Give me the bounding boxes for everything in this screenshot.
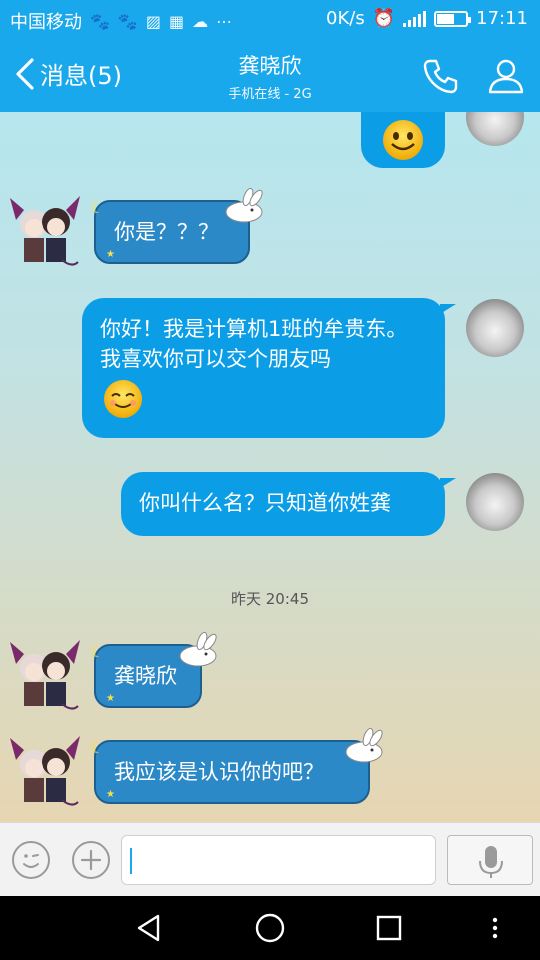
message-input-bar	[0, 822, 540, 896]
user-icon	[488, 59, 524, 94]
system-navigation-bar	[0, 896, 540, 960]
signal-icon	[403, 10, 427, 27]
nav-back-button[interactable]	[132, 910, 168, 946]
chat-messages[interactable]: ☾ 你是？？？ ★ 你好！我是计算机1班的牟贵东。我喜欢你可以交个朋友吗 你叫什…	[0, 112, 540, 822]
square-recents-icon	[376, 915, 402, 941]
triangle-back-icon	[137, 914, 160, 942]
nav-menu-button[interactable]	[477, 910, 513, 946]
gallery-icon: ▨	[145, 11, 161, 31]
cloud-icon: ☁	[192, 11, 209, 31]
microphone-icon	[479, 846, 503, 878]
more-notifications-icon: ⋯	[216, 11, 233, 31]
anime-couple-avatar-icon	[10, 196, 80, 266]
anime-couple-avatar-icon	[10, 640, 80, 710]
friend-message-bubble[interactable]: ☾ 我应该是认识你的吧？ ★	[90, 738, 370, 804]
circle-home-icon	[255, 913, 285, 943]
friend-avatar[interactable]	[6, 634, 84, 716]
nav-home-button[interactable]	[252, 910, 288, 946]
bubble-tail	[440, 304, 456, 314]
voice-button[interactable]	[447, 835, 533, 885]
call-button[interactable]	[420, 56, 460, 96]
message-text: 你叫什么名？只知道你姓龚	[139, 491, 391, 515]
my-message-bubble[interactable]: 你好！我是计算机1班的牟贵东。我喜欢你可以交个朋友吗	[82, 298, 445, 438]
message-text: 你是？？？	[114, 220, 219, 244]
bunny-decoration-icon	[225, 188, 263, 223]
my-message-bubble[interactable]: 你叫什么名？只知道你姓龚	[121, 472, 445, 536]
anime-couple-avatar-icon	[10, 736, 80, 806]
smile-emoji-icon	[383, 120, 423, 160]
profile-button[interactable]	[486, 56, 526, 96]
my-avatar[interactable]	[466, 299, 524, 357]
carrier-label: 中国移动	[10, 12, 82, 33]
message-timestamp: 昨天 20:45	[231, 590, 309, 608]
paw-icon: 🐾	[117, 11, 138, 31]
paw-icon: 🐾	[90, 11, 110, 31]
friend-avatar[interactable]	[6, 730, 84, 812]
emoji-message-bubble[interactable]	[361, 112, 445, 168]
moon-icon: ☾	[90, 738, 105, 757]
shy-smile-emoji-icon	[104, 380, 142, 418]
message-text: 你好！我是计算机1班的牟贵东。我喜欢你可以交个朋友吗	[100, 317, 408, 371]
bunny-decoration-icon	[345, 728, 383, 763]
network-speed: 0K/s	[326, 8, 365, 29]
my-avatar[interactable]	[466, 473, 524, 531]
apps-icon: ▦	[168, 11, 185, 31]
more-vertical-icon	[492, 917, 498, 939]
plus-icon	[80, 849, 102, 871]
smiley-icon	[23, 854, 39, 868]
bubble-tail	[440, 478, 456, 488]
my-avatar[interactable]	[466, 112, 524, 146]
text-cursor	[130, 848, 132, 874]
alarm-icon: ⏰	[372, 8, 396, 29]
clock: 17:11	[476, 8, 528, 29]
moon-icon: ☾	[90, 198, 105, 217]
moon-icon: ☾	[90, 642, 105, 661]
phone-icon	[423, 59, 458, 94]
chat-header: 消息(5) 龚晓欣 手机在线 - 2G	[0, 38, 540, 112]
star-icon: ★	[106, 789, 115, 800]
friend-avatar[interactable]	[6, 190, 84, 272]
message-text: 我应该是认识你的吧？	[114, 760, 324, 784]
message-input[interactable]	[121, 835, 436, 885]
add-attachment-button[interactable]	[72, 841, 110, 879]
star-icon: ★	[106, 249, 115, 260]
message-text: 龚晓欣	[114, 664, 177, 688]
status-bar: 中国移动 🐾 🐾 ▨ ▦ ☁ ⋯ 0K/s ⏰ 17:11	[0, 0, 540, 38]
star-icon: ★	[106, 693, 115, 704]
emoji-button[interactable]	[12, 841, 50, 879]
nav-recents-button[interactable]	[371, 910, 407, 946]
bunny-decoration-icon	[179, 632, 217, 667]
battery-icon	[434, 10, 472, 27]
